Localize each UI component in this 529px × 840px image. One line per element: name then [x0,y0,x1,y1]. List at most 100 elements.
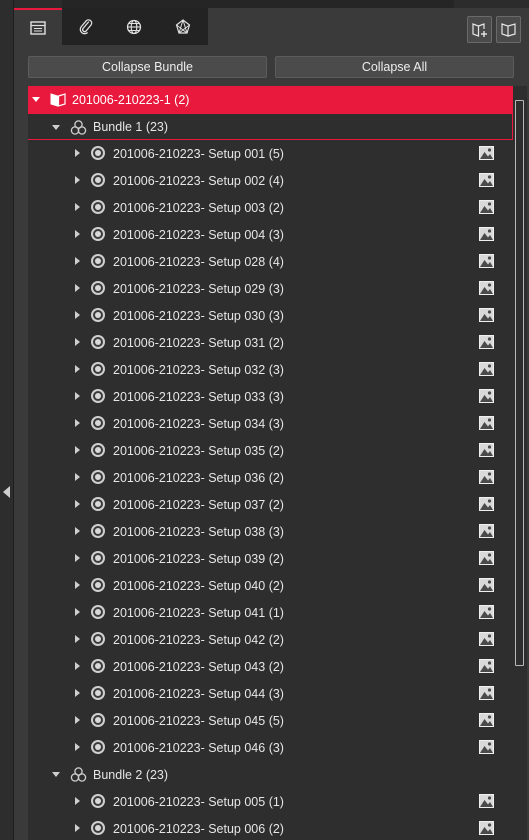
expand-arrow-icon[interactable] [75,716,80,724]
tree-bundle-row[interactable]: Bundle 2 (23) [28,761,513,788]
book-open-icon [501,23,516,37]
tree-setup-row[interactable]: 201006-210223- Setup 037 (2) [28,491,513,518]
tree-setup-row[interactable]: 201006-210223- Setup 046 (3) [28,734,513,761]
image-preview-icon[interactable] [479,605,494,619]
tree-setup-row[interactable]: 201006-210223- Setup 031 (2) [28,329,513,356]
tree-setup-row[interactable]: 201006-210223- Setup 005 (1) [28,788,513,815]
tree-setup-row[interactable]: 201006-210223- Setup 001 (5) [28,140,513,167]
tree-setup-row[interactable]: 201006-210223- Setup 035 (2) [28,437,513,464]
expand-arrow-icon[interactable] [75,392,80,400]
expand-arrow-icon[interactable] [75,446,80,454]
expand-arrow-icon[interactable] [75,608,80,616]
network-icon [175,18,191,34]
scrollbar-thumb[interactable] [515,100,524,666]
expand-arrow-icon[interactable] [75,797,80,805]
collapse-arrow-icon[interactable] [32,97,40,102]
tree-setup-row[interactable]: 201006-210223- Setup 003 (2) [28,194,513,221]
tree-setup-row[interactable]: 201006-210223- Setup 044 (3) [28,680,513,707]
image-preview-icon[interactable] [479,254,494,268]
expand-arrow-icon[interactable] [75,581,80,589]
expand-arrow-icon[interactable] [75,527,80,535]
image-preview-icon[interactable] [479,308,494,322]
tab-network[interactable] [158,8,208,45]
image-preview-icon[interactable] [479,740,494,754]
expand-panel-arrow-icon[interactable] [3,486,10,498]
tree-bundle-row[interactable]: Bundle 1 (23) [28,113,513,140]
tree-setup-row[interactable]: 201006-210223- Setup 042 (2) [28,626,513,653]
setup-scan-svg [91,551,105,565]
image-preview-icon[interactable] [479,497,494,511]
tree-setup-row[interactable]: 201006-210223- Setup 030 (3) [28,302,513,329]
collapse-all-button[interactable]: Collapse All [275,56,514,78]
tree-setup-row[interactable]: 201006-210223- Setup 032 (3) [28,356,513,383]
image-preview-icon[interactable] [479,713,494,727]
tree-setup-row[interactable]: 201006-210223- Setup 043 (2) [28,653,513,680]
tree-setup-row[interactable]: 201006-210223- Setup 033 (3) [28,383,513,410]
expand-arrow-icon[interactable] [75,419,80,427]
expand-arrow-icon[interactable] [75,284,80,292]
image-preview-icon[interactable] [479,200,494,214]
tree-setup-row[interactable]: 201006-210223- Setup 045 (5) [28,707,513,734]
expand-arrow-icon[interactable] [75,230,80,238]
expand-arrow-icon[interactable] [75,689,80,697]
expand-arrow-icon[interactable] [75,257,80,265]
tree-setup-row[interactable]: 201006-210223- Setup 034 (3) [28,410,513,437]
setup-scan-icon [90,496,106,512]
tree-setup-row[interactable]: 201006-210223- Setup 040 (2) [28,572,513,599]
image-preview-icon[interactable] [479,146,494,160]
expand-arrow-icon[interactable] [75,176,80,184]
image-preview-icon[interactable] [479,686,494,700]
expand-arrow-icon[interactable] [75,635,80,643]
image-preview-icon[interactable] [479,335,494,349]
collapse-arrow-icon[interactable] [52,125,60,130]
tab-web[interactable] [110,8,158,45]
image-preview-icon[interactable] [479,659,494,673]
add-project-button[interactable] [467,16,492,43]
expand-arrow-icon[interactable] [75,824,80,832]
tree-setup-row[interactable]: 201006-210223- Setup 039 (2) [28,545,513,572]
tree-setup-row[interactable]: 201006-210223- Setup 004 (3) [28,221,513,248]
image-preview-icon[interactable] [479,443,494,457]
image-preview-icon[interactable] [479,362,494,376]
image-preview-icon[interactable] [479,821,494,835]
tree-root-row[interactable]: 201006-210223-1 (2) [28,86,513,113]
tree-setup-row[interactable]: 201006-210223- Setup 002 (4) [28,167,513,194]
tree-setup-row[interactable]: 201006-210223- Setup 006 (2) [28,815,513,840]
image-preview-icon[interactable] [479,578,494,592]
image-preview-icon[interactable] [479,281,494,295]
expand-arrow-icon[interactable] [75,149,80,157]
setup-label: 201006-210223- Setup 037 (2) [113,497,284,512]
tree-setup-row[interactable]: 201006-210223- Setup 041 (1) [28,599,513,626]
image-preview-icon[interactable] [479,416,494,430]
image-preview-icon[interactable] [479,227,494,241]
tree-scrollbar[interactable] [513,86,527,840]
collapse-arrow-icon[interactable] [52,772,60,777]
tree-setup-row[interactable]: 201006-210223- Setup 028 (4) [28,248,513,275]
tree-setup-row[interactable]: 201006-210223- Setup 038 (3) [28,518,513,545]
expand-arrow-icon[interactable] [75,203,80,211]
tree-setup-row[interactable]: 201006-210223- Setup 029 (3) [28,275,513,302]
expand-arrow-icon[interactable] [75,311,80,319]
image-preview-svg [480,336,493,348]
expand-arrow-icon[interactable] [75,338,80,346]
tab-attachments[interactable] [62,8,110,45]
open-project-button[interactable] [496,16,521,43]
expand-arrow-icon[interactable] [75,662,80,670]
image-preview-icon[interactable] [479,551,494,565]
expand-arrow-icon[interactable] [75,365,80,373]
tab-project[interactable] [14,8,62,45]
tab-bar [14,8,529,45]
collapse-bundle-button[interactable]: Collapse Bundle [28,56,267,78]
expand-arrow-icon[interactable] [75,473,80,481]
image-preview-icon[interactable] [479,632,494,646]
image-preview-icon[interactable] [479,389,494,403]
image-preview-icon[interactable] [479,794,494,808]
project-book-svg [50,93,66,107]
expand-arrow-icon[interactable] [75,554,80,562]
expand-arrow-icon[interactable] [75,743,80,751]
expand-arrow-icon[interactable] [75,500,80,508]
image-preview-icon[interactable] [479,173,494,187]
image-preview-icon[interactable] [479,470,494,484]
image-preview-icon[interactable] [479,524,494,538]
tree-setup-row[interactable]: 201006-210223- Setup 036 (2) [28,464,513,491]
